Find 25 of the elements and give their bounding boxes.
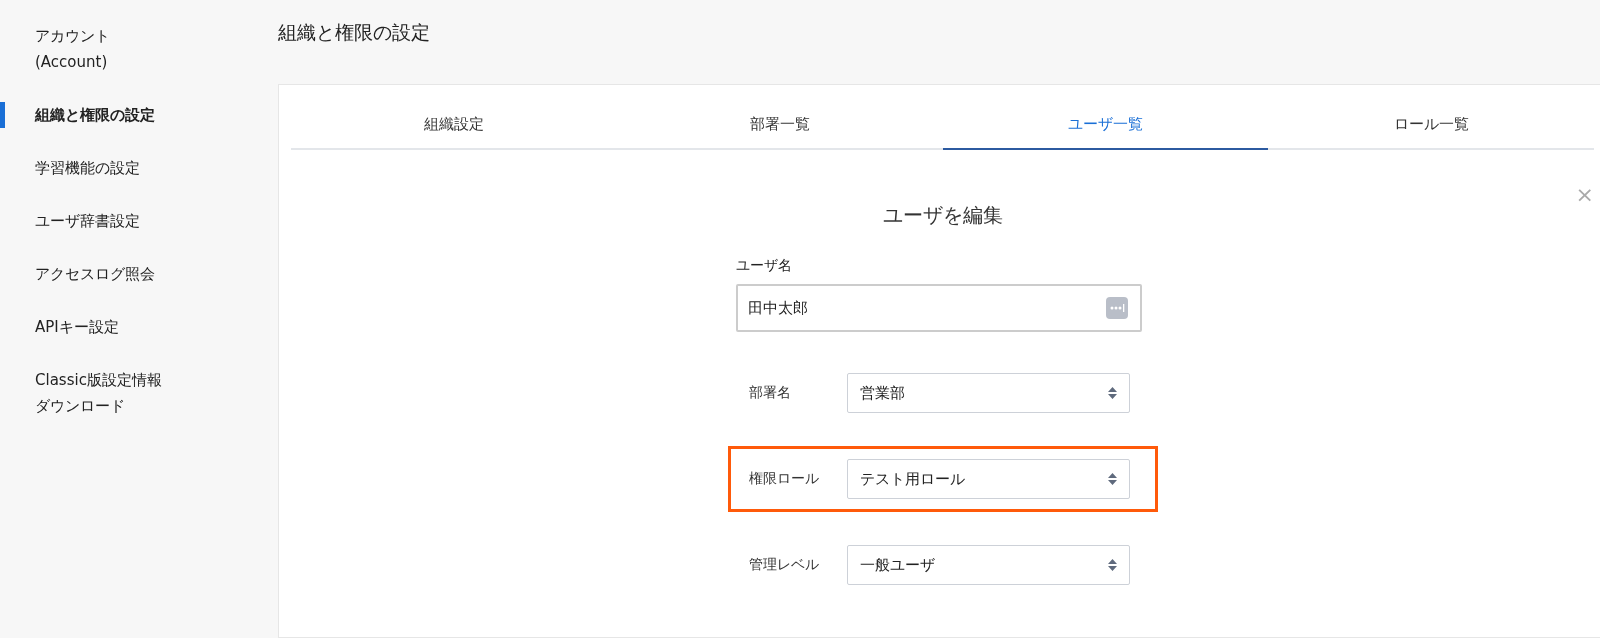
sidebar-item[interactable]: アクセスログ照会 bbox=[0, 261, 175, 287]
sort-arrows-icon bbox=[1107, 473, 1117, 485]
select-field[interactable]: 一般ユーザ bbox=[846, 545, 1130, 585]
sort-arrows-icon bbox=[1107, 387, 1117, 399]
field-label: ユーザ名 bbox=[735, 257, 793, 275]
dots-icon[interactable] bbox=[1105, 297, 1128, 319]
field-label: 管理レベル bbox=[748, 556, 820, 574]
sidebar-item[interactable]: アカウント (Account) bbox=[0, 23, 175, 75]
select-field[interactable]: 営業部 bbox=[846, 373, 1130, 413]
input-field[interactable]: 田中太郎 bbox=[735, 284, 1142, 332]
page-title: 組織と権限の設定 bbox=[278, 20, 431, 45]
tab[interactable]: ユーザ一覧 bbox=[942, 100, 1269, 150]
sidebar-item[interactable]: 組織と権限の設定 bbox=[0, 102, 175, 128]
tab[interactable]: 組織設定 bbox=[291, 100, 617, 150]
sidebar-item[interactable]: ユーザ辞書設定 bbox=[0, 208, 175, 234]
sidebar-item[interactable]: Classic版設定情報ダウンロード bbox=[0, 367, 175, 419]
sidebar-item[interactable]: 学習機能の設定 bbox=[0, 155, 175, 181]
tab[interactable]: ロール一覧 bbox=[1268, 100, 1594, 150]
tab[interactable]: 部署一覧 bbox=[616, 100, 943, 150]
field-label: 権限ロール bbox=[748, 470, 820, 488]
field-label: 部署名 bbox=[748, 384, 792, 402]
sort-arrows-icon bbox=[1107, 559, 1117, 571]
sidebar-item[interactable]: APIキー設定 bbox=[0, 314, 175, 340]
select-field[interactable]: テスト用ロール bbox=[846, 459, 1130, 499]
dialog-title: ユーザを編集 bbox=[882, 202, 1003, 229]
